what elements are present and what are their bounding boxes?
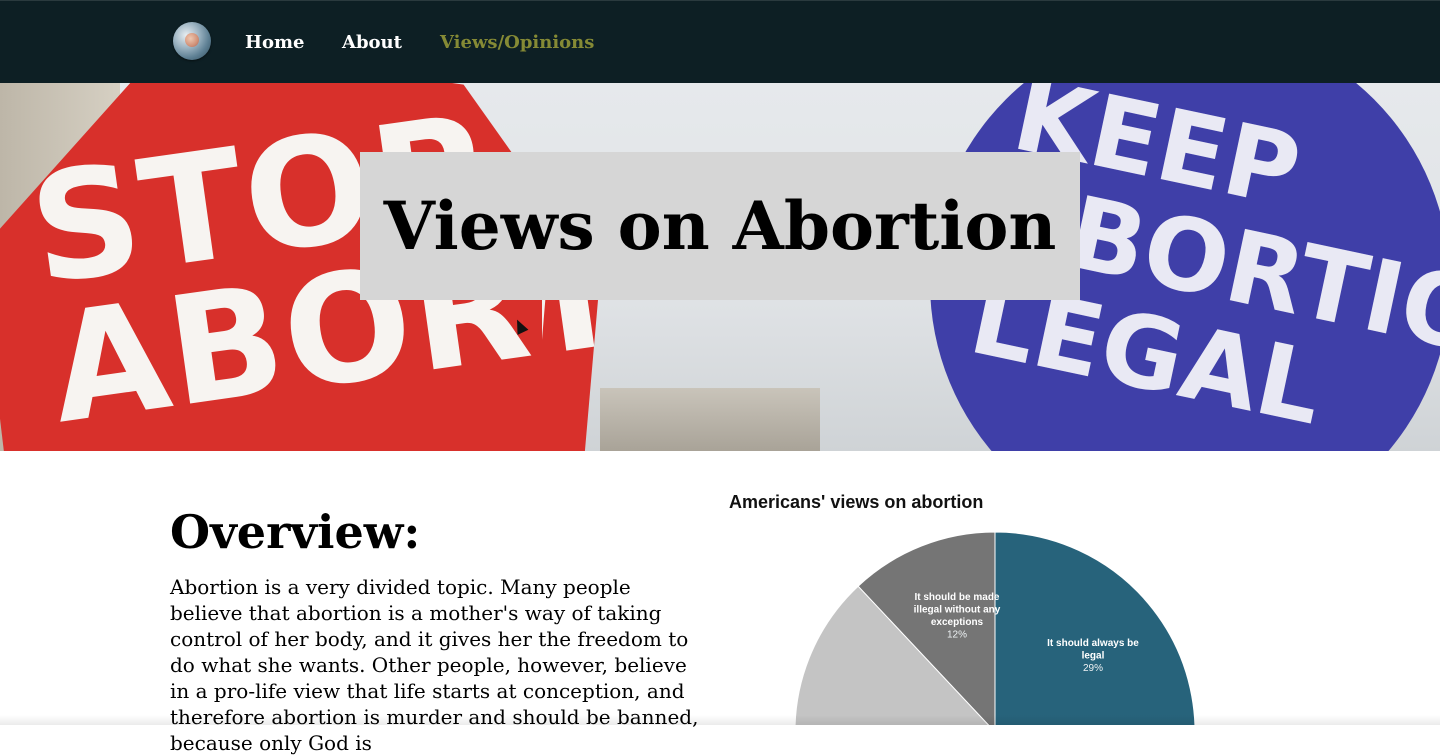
pie-slice-pct-1: 12% xyxy=(947,630,967,641)
hero-title-box: Views on Abortion xyxy=(360,152,1080,300)
pie-slice-0 xyxy=(994,531,1196,725)
bottom-fade xyxy=(0,715,1440,725)
page-title: Views on Abortion xyxy=(383,187,1057,265)
nav-about-link[interactable]: About xyxy=(342,32,402,54)
overview-heading: Overview: xyxy=(170,505,421,559)
nav-home-link[interactable]: Home xyxy=(245,32,305,54)
pie-chart: It should always be legal29%It should be … xyxy=(794,531,1196,725)
pie-slice-pct-0: 29% xyxy=(1083,663,1103,674)
site-logo-icon[interactable] xyxy=(173,22,211,60)
chart-title: Americans' views on abortion xyxy=(729,492,984,512)
top-navbar: Home About Views/Opinions xyxy=(0,0,1440,83)
building-middle xyxy=(600,388,820,451)
overview-paragraph: Abortion is a very divided topic. Many p… xyxy=(170,575,698,755)
nav-views-opinions-link[interactable]: Views/Opinions xyxy=(440,32,594,54)
